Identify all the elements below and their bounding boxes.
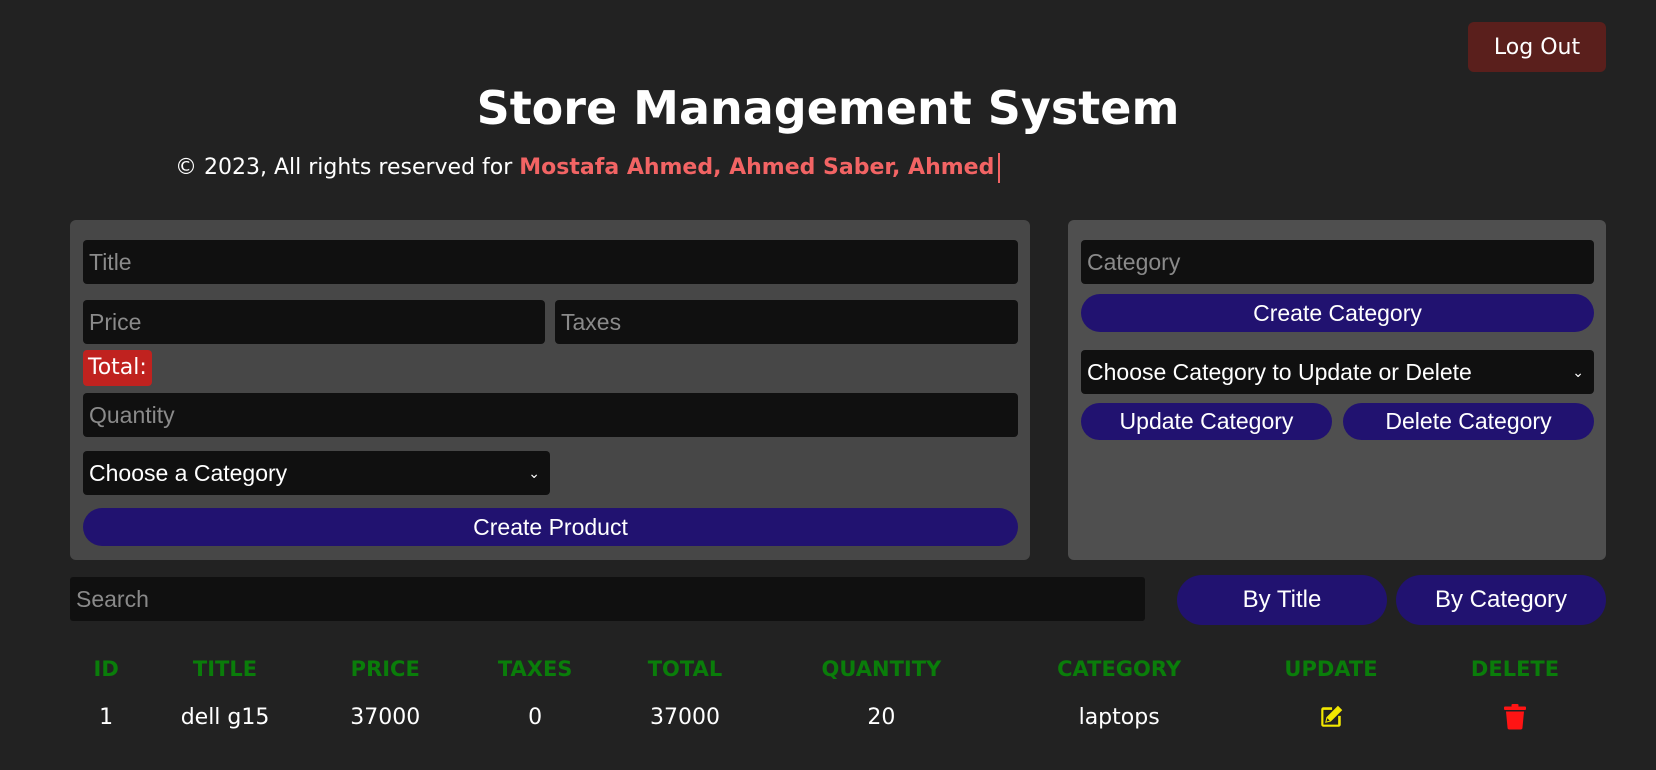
copyright-line: © 2023, All rights reserved for Mostafa … bbox=[175, 152, 1001, 184]
trash-icon[interactable] bbox=[1503, 704, 1527, 730]
search-by-title-button[interactable]: By Title bbox=[1177, 575, 1387, 625]
cell-price: 37000 bbox=[350, 704, 421, 730]
cell-title: dell g15 bbox=[180, 704, 270, 730]
column-header-id: ID bbox=[93, 657, 119, 681]
chevron-down-icon: ⌄ bbox=[528, 464, 540, 481]
title-input[interactable] bbox=[83, 240, 1018, 284]
products-table: ID TITLE PRICE TAXES TOTAL QUANTITY CATE… bbox=[70, 648, 1606, 744]
cell-taxes: 0 bbox=[528, 704, 543, 730]
search-by-category-button[interactable]: By Category bbox=[1396, 575, 1606, 625]
copyright-prefix: © 2023, All rights reserved for bbox=[175, 155, 520, 180]
category-input[interactable] bbox=[1081, 240, 1594, 284]
column-header-update: UPDATE bbox=[1284, 657, 1378, 681]
cell-id: 1 bbox=[99, 704, 114, 730]
price-input[interactable] bbox=[83, 300, 545, 344]
cell-total: 37000 bbox=[649, 704, 720, 730]
search-input[interactable] bbox=[70, 577, 1145, 621]
total-badge: Total: bbox=[83, 350, 152, 386]
cell-update bbox=[1238, 690, 1424, 744]
delete-category-button[interactable]: Delete Category bbox=[1343, 403, 1594, 440]
table-header-row: ID TITLE PRICE TAXES TOTAL QUANTITY CATE… bbox=[70, 648, 1606, 690]
table-row: 1 dell g15 37000 0 37000 20 laptops bbox=[70, 690, 1606, 744]
page-title: Store Management System bbox=[476, 81, 1180, 135]
column-header-delete: DELETE bbox=[1470, 657, 1560, 681]
cell-quantity: 20 bbox=[867, 704, 896, 730]
create-category-button[interactable]: Create Category bbox=[1081, 294, 1594, 332]
column-header-category: CATEGORY bbox=[1057, 657, 1182, 681]
create-product-button[interactable]: Create Product bbox=[83, 508, 1018, 546]
column-header-quantity: QUANTITY bbox=[821, 657, 942, 681]
product-category-select[interactable]: Choose a Category ⌄ bbox=[83, 451, 550, 495]
update-category-button[interactable]: Update Category bbox=[1081, 403, 1332, 440]
copyright-authors: Mostafa Ahmed, Ahmed Saber, Ahmed bbox=[519, 155, 995, 180]
product-category-select-value: Choose a Category bbox=[89, 459, 288, 486]
category-manage-select[interactable]: Choose Category to Update or Delete ⌄ bbox=[1081, 350, 1594, 394]
quantity-input[interactable] bbox=[83, 393, 1018, 437]
category-manage-select-value: Choose Category to Update or Delete bbox=[1087, 358, 1472, 385]
cell-delete bbox=[1424, 690, 1606, 744]
taxes-input[interactable] bbox=[555, 300, 1018, 344]
cell-category: laptops bbox=[1078, 704, 1160, 730]
logout-button[interactable]: Log Out bbox=[1468, 22, 1606, 72]
edit-pencil-icon[interactable] bbox=[1318, 704, 1344, 730]
column-header-price: PRICE bbox=[350, 657, 420, 681]
chevron-down-icon: ⌄ bbox=[1572, 363, 1584, 380]
column-header-taxes: TAXES bbox=[497, 657, 573, 681]
column-header-total: TOTAL bbox=[647, 657, 723, 681]
text-caret bbox=[998, 153, 1001, 183]
column-header-title: TITLE bbox=[192, 657, 258, 681]
